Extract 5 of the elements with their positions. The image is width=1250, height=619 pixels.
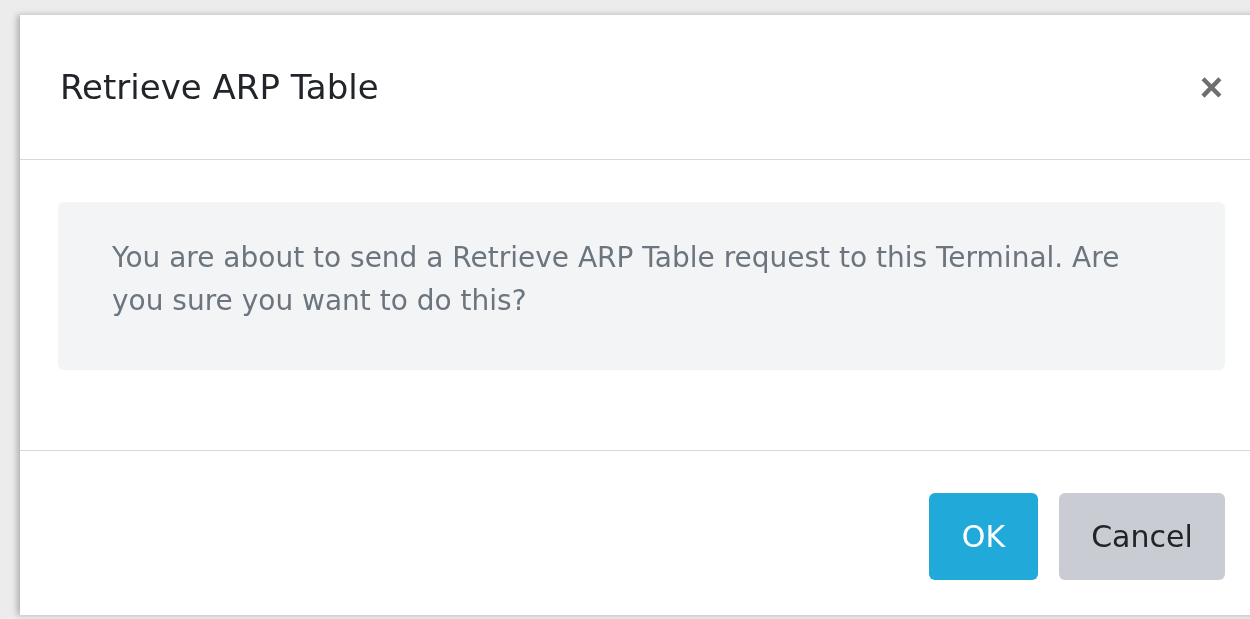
- cancel-button[interactable]: Cancel: [1059, 493, 1225, 580]
- dialog-title: Retrieve ARP Table: [60, 67, 379, 107]
- confirmation-message: You are about to send a Retrieve ARP Table request to this Terminal. Are you sure you want to do this?: [58, 202, 1225, 370]
- close-button[interactable]: ×: [1199, 67, 1223, 107]
- ok-button[interactable]: OK: [929, 493, 1038, 580]
